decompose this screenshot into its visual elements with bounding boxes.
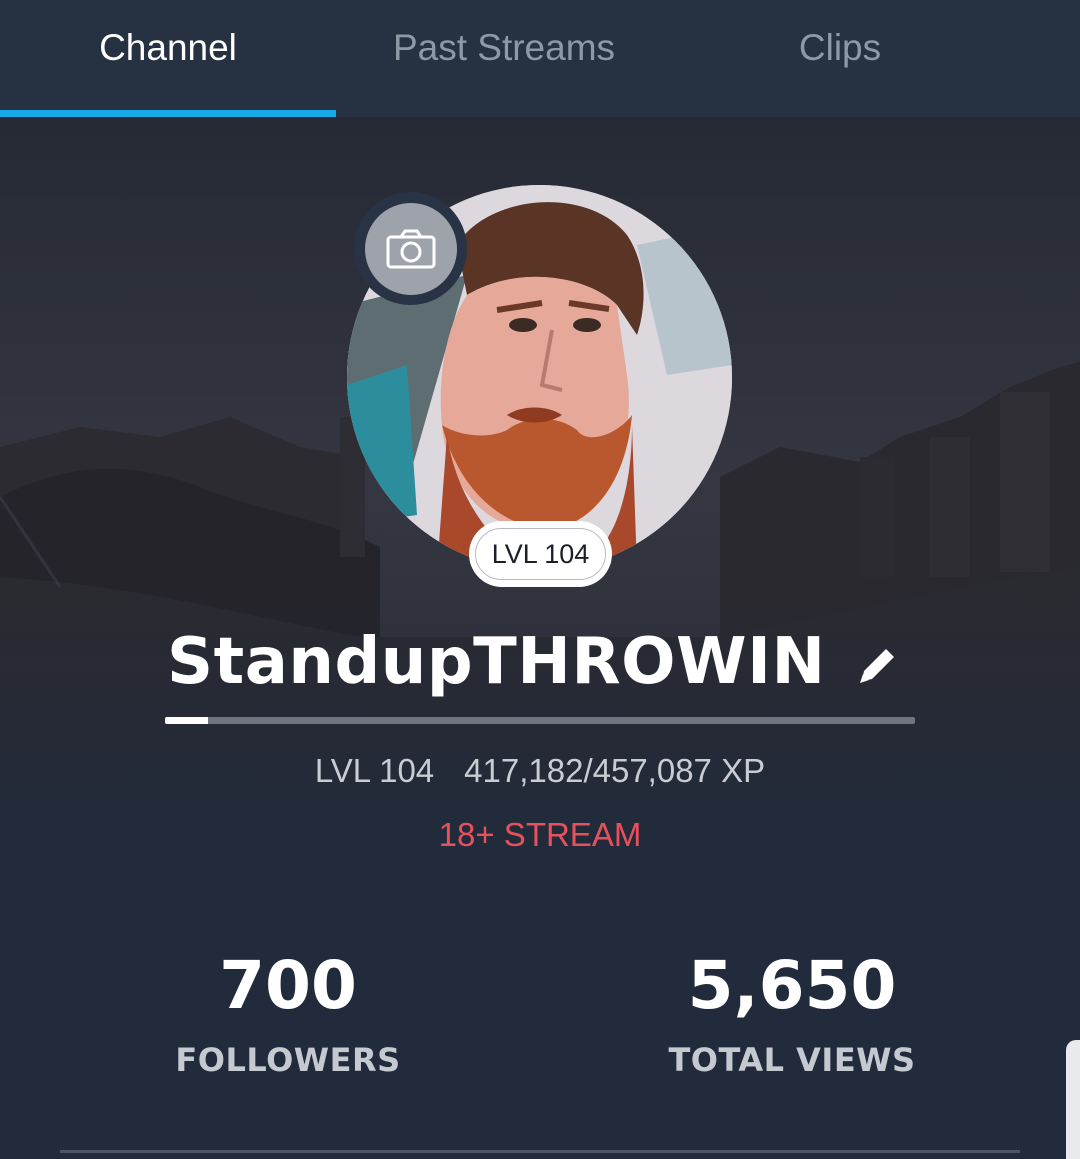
total-views-count: 5,650 xyxy=(687,947,897,1024)
section-divider xyxy=(60,1150,1020,1153)
change-avatar-button[interactable] xyxy=(354,192,467,305)
avatar-level-badge: LVL 104 xyxy=(469,521,612,587)
tab-clips-label: Clips xyxy=(798,27,882,68)
level-text: LVL 104 xyxy=(314,752,435,789)
tab-bar: Channel Past Streams Clips xyxy=(0,0,1080,117)
tab-past-streams[interactable]: Past Streams xyxy=(336,0,672,117)
username-row: StandupTHROWIN xyxy=(167,622,900,702)
xp-progress-fill xyxy=(165,717,208,724)
followers-count: 700 xyxy=(219,947,357,1024)
xp-text: 417,182/457,087 XP xyxy=(464,752,766,789)
camera-icon xyxy=(386,229,435,268)
active-tab-indicator xyxy=(0,110,336,117)
tab-past-streams-label: Past Streams xyxy=(392,27,616,68)
followers-stat[interactable]: 700 FOLLOWERS xyxy=(78,945,498,1079)
pencil-icon xyxy=(859,649,894,683)
username: StandupTHROWIN xyxy=(167,625,826,699)
tab-channel-label: Channel xyxy=(99,27,237,68)
scrollbar-handle[interactable] xyxy=(1066,1040,1080,1159)
tab-channel[interactable]: Channel xyxy=(0,0,336,117)
total-views-label: TOTAL VIEWS xyxy=(668,1041,916,1079)
stream-rating-tag: 18+ STREAM xyxy=(438,816,642,853)
edit-username-button[interactable] xyxy=(856,643,900,687)
tab-clips[interactable]: Clips xyxy=(672,0,1008,117)
level-xp-line: LVL 104 417,182/457,087 XP xyxy=(0,752,1080,790)
camera-icon-container xyxy=(364,202,457,295)
followers-label: FOLLOWERS xyxy=(175,1041,401,1079)
xp-progress-bar xyxy=(165,717,915,724)
total-views-stat: 5,650 TOTAL VIEWS xyxy=(582,945,1002,1079)
avatar-level-text: LVL 104 xyxy=(475,528,606,580)
